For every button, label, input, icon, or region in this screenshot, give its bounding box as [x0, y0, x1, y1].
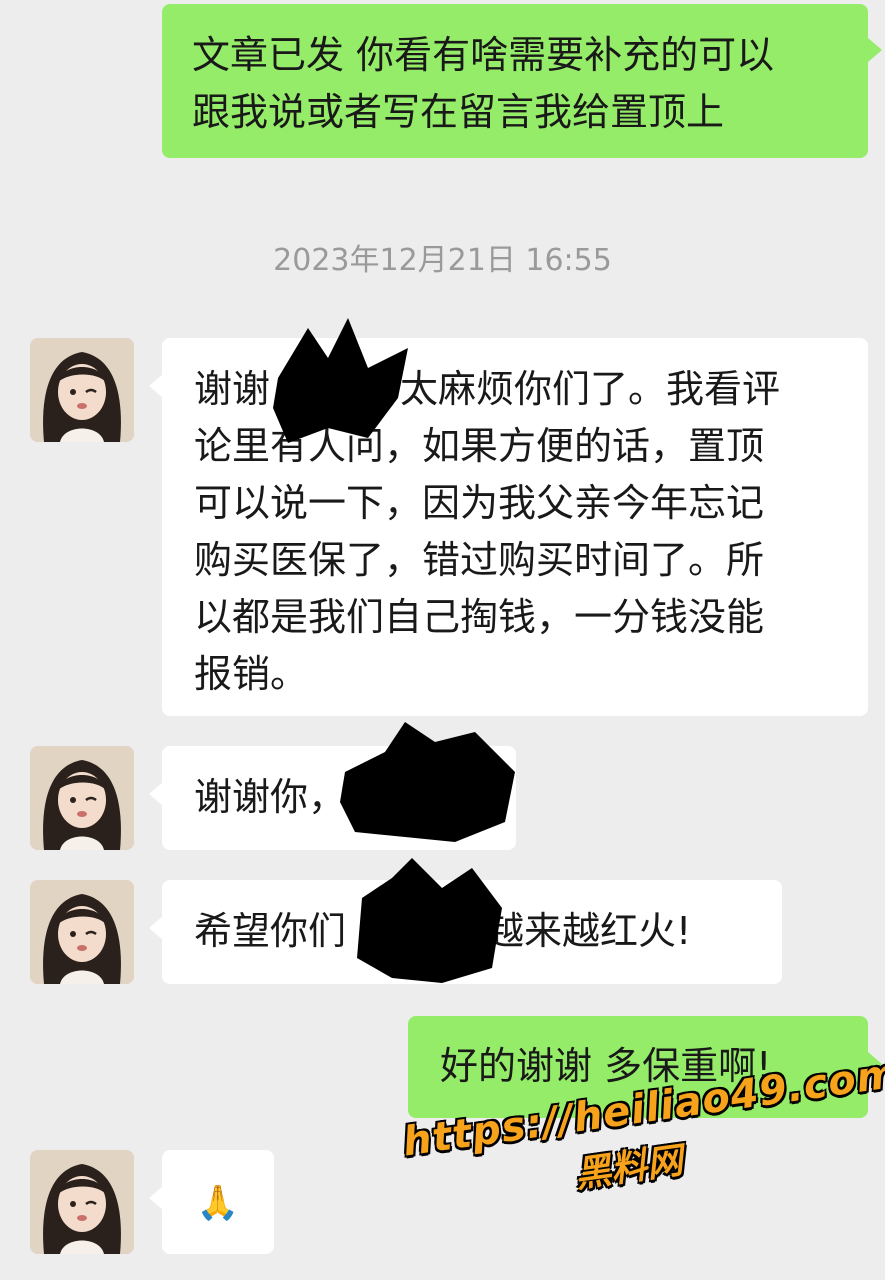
bubble-tail — [868, 38, 882, 62]
bubble-tail — [149, 916, 163, 940]
message-text-line: 跟我说或者写在留言我给置顶上 — [192, 90, 725, 134]
avatar-girl-icon — [30, 338, 134, 442]
sent-message-bubble[interactable]: 文章已发 你看有啥需要补充的可以 跟我说或者写在留言我给置顶上 — [162, 4, 868, 158]
bubble-tail — [149, 1186, 163, 1210]
redaction-scribble — [340, 722, 515, 842]
message-text-line: 可以说一下，因为我父亲今年忘记 — [194, 481, 765, 525]
avatar-girl-icon — [30, 1150, 134, 1254]
bubble-tail — [149, 782, 163, 806]
redaction-scribble — [273, 318, 408, 443]
message-text-segment: 谢谢 — [194, 367, 271, 411]
message-text-line: 报销。 — [194, 652, 309, 696]
message-text-segment: 太麻烦你们了。我看评 — [400, 367, 781, 411]
message-text-line: 以都是我们自己掏钱，一分钱没能 — [194, 595, 765, 639]
message-text-segment: 希望你们 — [194, 909, 347, 953]
bubble-tail — [149, 374, 163, 398]
message-text-line: 文章已发 你看有啥需要补充的可以 — [192, 33, 775, 77]
contact-avatar[interactable] — [30, 1150, 134, 1254]
message-timestamp: 2023年12月21日 16:55 — [273, 243, 612, 278]
contact-avatar[interactable] — [30, 338, 134, 442]
message-text-line: 购买医保了，错过购买时间了。所 — [194, 538, 765, 582]
message-text-segment: 越来越红火! — [486, 909, 692, 953]
received-message-bubble[interactable]: 🙏 — [162, 1150, 274, 1254]
contact-avatar[interactable] — [30, 880, 134, 984]
redaction-scribble — [357, 858, 502, 983]
avatar-girl-icon — [30, 746, 134, 850]
contact-avatar[interactable] — [30, 746, 134, 850]
avatar-girl-icon — [30, 880, 134, 984]
praying-hands-emoji: 🙏 — [196, 1183, 240, 1223]
